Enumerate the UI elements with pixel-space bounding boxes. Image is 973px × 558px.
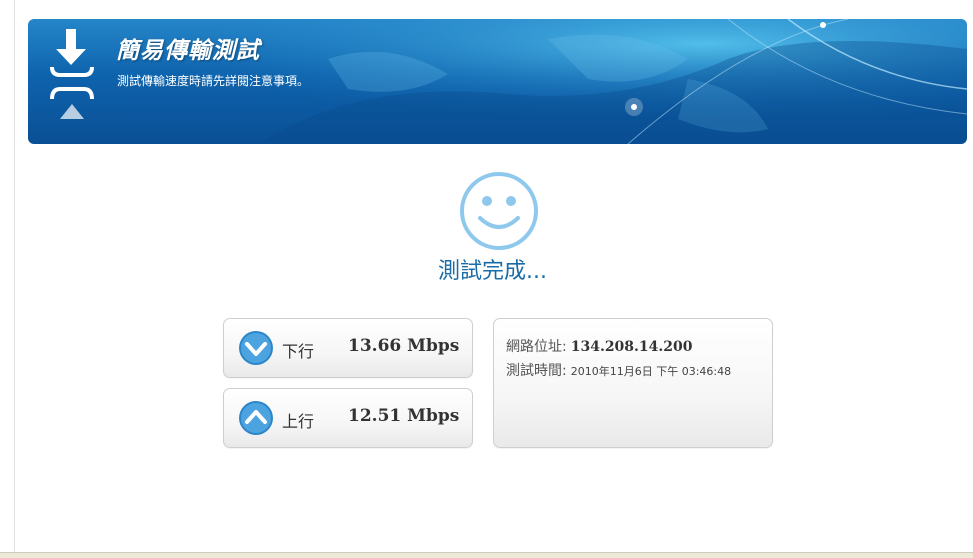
window-bottom-border <box>0 552 973 558</box>
transfer-arrows-icon <box>50 29 94 119</box>
download-label: 下行 <box>282 342 315 361</box>
banner-title: 簡易傳輸測試 <box>116 38 260 64</box>
ip-address-value: 134.208.14.200 <box>570 339 693 355</box>
download-speed-value: 13.66 Mbps <box>348 336 460 356</box>
ip-address-label: 網路位址: <box>506 339 567 355</box>
test-status-text: 測試完成... <box>438 259 547 284</box>
download-speed-card: 下行 13.66 Mbps <box>223 318 473 378</box>
test-time-row: 測試時間: 2010年11月6日 下午 03:46:48 <box>506 360 731 380</box>
test-time-value: 2010年11月6日 下午 03:46:48 <box>570 365 732 378</box>
banner-subtitle: 測試傳輸速度時請先詳閱注意事項。 <box>117 74 310 88</box>
connection-info-card: 網路位址: 134.208.14.200 測試時間: 2010年11月6日 下午 0… <box>493 318 773 448</box>
upload-label: 上行 <box>282 412 315 431</box>
chevron-down-circle-icon <box>239 331 273 365</box>
upload-speed-card: 上行 12.51 Mbps <box>223 388 473 448</box>
upload-speed-value: 12.51 Mbps <box>348 406 460 426</box>
chevron-up-circle-icon <box>239 401 273 435</box>
ip-address-row: 網路位址: 134.208.14.200 <box>506 336 693 356</box>
header-banner: 簡易傳輸測試 測試傳輸速度時請先詳閱注意事項。 <box>28 19 967 144</box>
smiley-face-icon <box>460 172 538 250</box>
test-time-label: 測試時間: <box>506 363 567 379</box>
